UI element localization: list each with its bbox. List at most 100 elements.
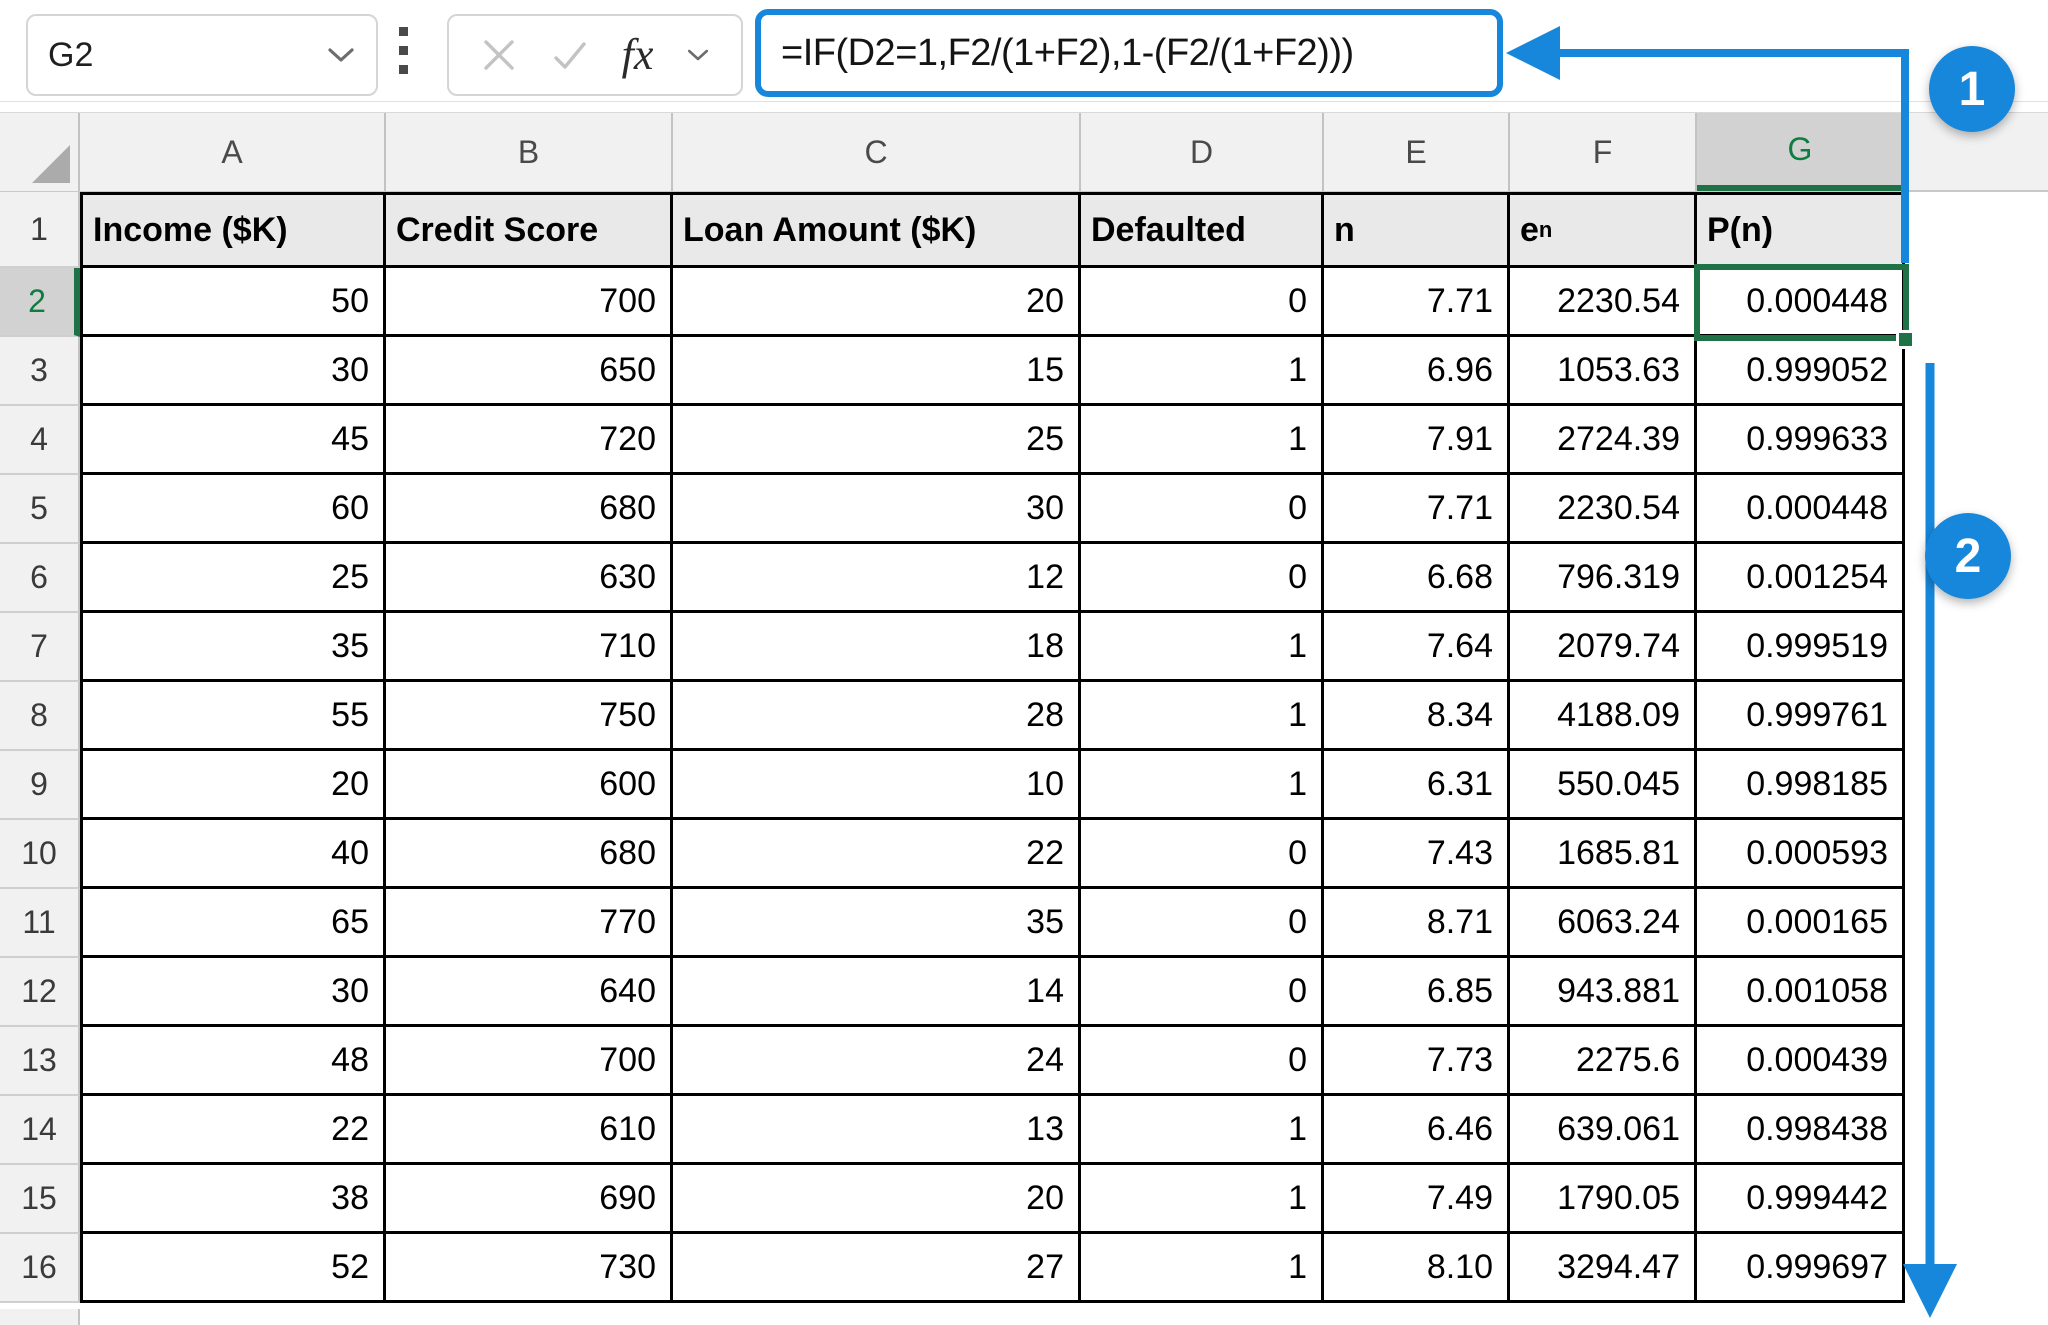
cell-D3[interactable]: 1: [1081, 337, 1321, 403]
cell-B9[interactable]: 600: [386, 751, 670, 817]
cell-F11[interactable]: 6063.24: [1510, 889, 1694, 955]
cell-D15[interactable]: 1: [1081, 1165, 1321, 1231]
cell-A6[interactable]: 25: [83, 544, 383, 610]
cell-G12[interactable]: 0.001058: [1697, 958, 1902, 1024]
cell-F10[interactable]: 1685.81: [1510, 820, 1694, 886]
cell-A12[interactable]: 30: [83, 958, 383, 1024]
cell-A1[interactable]: Income ($K): [83, 195, 383, 265]
cell-C13[interactable]: 24: [673, 1027, 1078, 1093]
cell-E1[interactable]: n: [1324, 195, 1507, 265]
cell-G4[interactable]: 0.999633: [1697, 406, 1902, 472]
cell-G3[interactable]: 0.999052: [1697, 337, 1902, 403]
cell-E9[interactable]: 6.31: [1324, 751, 1507, 817]
row-header-16[interactable]: 16: [0, 1234, 80, 1303]
cell-C5[interactable]: 30: [673, 475, 1078, 541]
cell-D6[interactable]: 0: [1081, 544, 1321, 610]
cell-C2[interactable]: 20: [673, 268, 1078, 334]
cell-F2[interactable]: 2230.54: [1510, 268, 1694, 334]
cell-B14[interactable]: 610: [386, 1096, 670, 1162]
cell-A3[interactable]: 30: [83, 337, 383, 403]
cell-C3[interactable]: 15: [673, 337, 1078, 403]
cell-F4[interactable]: 2724.39: [1510, 406, 1694, 472]
cell-E15[interactable]: 7.49: [1324, 1165, 1507, 1231]
cell-F5[interactable]: 2230.54: [1510, 475, 1694, 541]
cell-F6[interactable]: 796.319: [1510, 544, 1694, 610]
cell-F1[interactable]: en: [1510, 195, 1694, 265]
cell-C4[interactable]: 25: [673, 406, 1078, 472]
cell-B13[interactable]: 700: [386, 1027, 670, 1093]
column-header-A[interactable]: A: [80, 113, 386, 191]
cell-B16[interactable]: 730: [386, 1234, 670, 1300]
column-header-B[interactable]: B: [386, 113, 673, 191]
cell-G13[interactable]: 0.000439: [1697, 1027, 1902, 1093]
cell-G11[interactable]: 0.000165: [1697, 889, 1902, 955]
cell-A15[interactable]: 38: [83, 1165, 383, 1231]
cell-A10[interactable]: 40: [83, 820, 383, 886]
cell-F8[interactable]: 4188.09: [1510, 682, 1694, 748]
cell-C10[interactable]: 22: [673, 820, 1078, 886]
cell-E11[interactable]: 8.71: [1324, 889, 1507, 955]
cell-B15[interactable]: 690: [386, 1165, 670, 1231]
cell-B1[interactable]: Credit Score: [386, 195, 670, 265]
cell-G6[interactable]: 0.001254: [1697, 544, 1902, 610]
cell-G9[interactable]: 0.998185: [1697, 751, 1902, 817]
cell-G2[interactable]: 0.000448: [1697, 268, 1902, 334]
cell-F13[interactable]: 2275.6: [1510, 1027, 1694, 1093]
cell-B2[interactable]: 700: [386, 268, 670, 334]
insert-function-fx-icon[interactable]: fx: [622, 33, 654, 77]
cell-B8[interactable]: 750: [386, 682, 670, 748]
row-header-11[interactable]: 11: [0, 889, 80, 958]
cell-E16[interactable]: 8.10: [1324, 1234, 1507, 1300]
cell-A14[interactable]: 22: [83, 1096, 383, 1162]
cell-C14[interactable]: 13: [673, 1096, 1078, 1162]
row-header-12[interactable]: 12: [0, 958, 80, 1027]
cell-C11[interactable]: 35: [673, 889, 1078, 955]
cell-G10[interactable]: 0.000593: [1697, 820, 1902, 886]
row-header-10[interactable]: 10: [0, 820, 80, 889]
cell-B3[interactable]: 650: [386, 337, 670, 403]
name-box[interactable]: G2: [26, 14, 378, 96]
cell-G5[interactable]: 0.000448: [1697, 475, 1902, 541]
row-header-9[interactable]: 9: [0, 751, 80, 820]
cell-G15[interactable]: 0.999442: [1697, 1165, 1902, 1231]
row-header-2[interactable]: 2: [0, 268, 80, 337]
cell-D2[interactable]: 0: [1081, 268, 1321, 334]
cell-A8[interactable]: 55: [83, 682, 383, 748]
cell-A7[interactable]: 35: [83, 613, 383, 679]
row-header-5[interactable]: 5: [0, 475, 80, 544]
fill-handle[interactable]: [1896, 330, 1915, 349]
cell-G8[interactable]: 0.999761: [1697, 682, 1902, 748]
cell-B5[interactable]: 680: [386, 475, 670, 541]
cell-D10[interactable]: 0: [1081, 820, 1321, 886]
cell-E14[interactable]: 6.46: [1324, 1096, 1507, 1162]
cell-F15[interactable]: 1790.05: [1510, 1165, 1694, 1231]
row-header-14[interactable]: 14: [0, 1096, 80, 1165]
column-header-C[interactable]: C: [673, 113, 1081, 191]
cell-D16[interactable]: 1: [1081, 1234, 1321, 1300]
cell-E2[interactable]: 7.71: [1324, 268, 1507, 334]
cell-D11[interactable]: 0: [1081, 889, 1321, 955]
cell-B6[interactable]: 630: [386, 544, 670, 610]
cell-F16[interactable]: 3294.47: [1510, 1234, 1694, 1300]
row-header-8[interactable]: 8: [0, 682, 80, 751]
cell-A11[interactable]: 65: [83, 889, 383, 955]
cell-E8[interactable]: 8.34: [1324, 682, 1507, 748]
row-header-1[interactable]: 1: [0, 192, 80, 268]
cell-E5[interactable]: 7.71: [1324, 475, 1507, 541]
cell-E13[interactable]: 7.73: [1324, 1027, 1507, 1093]
cell-A16[interactable]: 52: [83, 1234, 383, 1300]
cell-F3[interactable]: 1053.63: [1510, 337, 1694, 403]
column-header-D[interactable]: D: [1081, 113, 1324, 191]
cell-B11[interactable]: 770: [386, 889, 670, 955]
cell-D12[interactable]: 0: [1081, 958, 1321, 1024]
cell-F7[interactable]: 2079.74: [1510, 613, 1694, 679]
cell-E7[interactable]: 7.64: [1324, 613, 1507, 679]
cell-C8[interactable]: 28: [673, 682, 1078, 748]
cell-C15[interactable]: 20: [673, 1165, 1078, 1231]
row-header-7[interactable]: 7: [0, 613, 80, 682]
formula-bar-input[interactable]: =IF(D2=1,F2/(1+F2),1-(F2/(1+F2))): [755, 9, 1503, 97]
cell-F14[interactable]: 639.061: [1510, 1096, 1694, 1162]
cell-A5[interactable]: 60: [83, 475, 383, 541]
cell-C7[interactable]: 18: [673, 613, 1078, 679]
select-all-button[interactable]: [0, 113, 80, 191]
